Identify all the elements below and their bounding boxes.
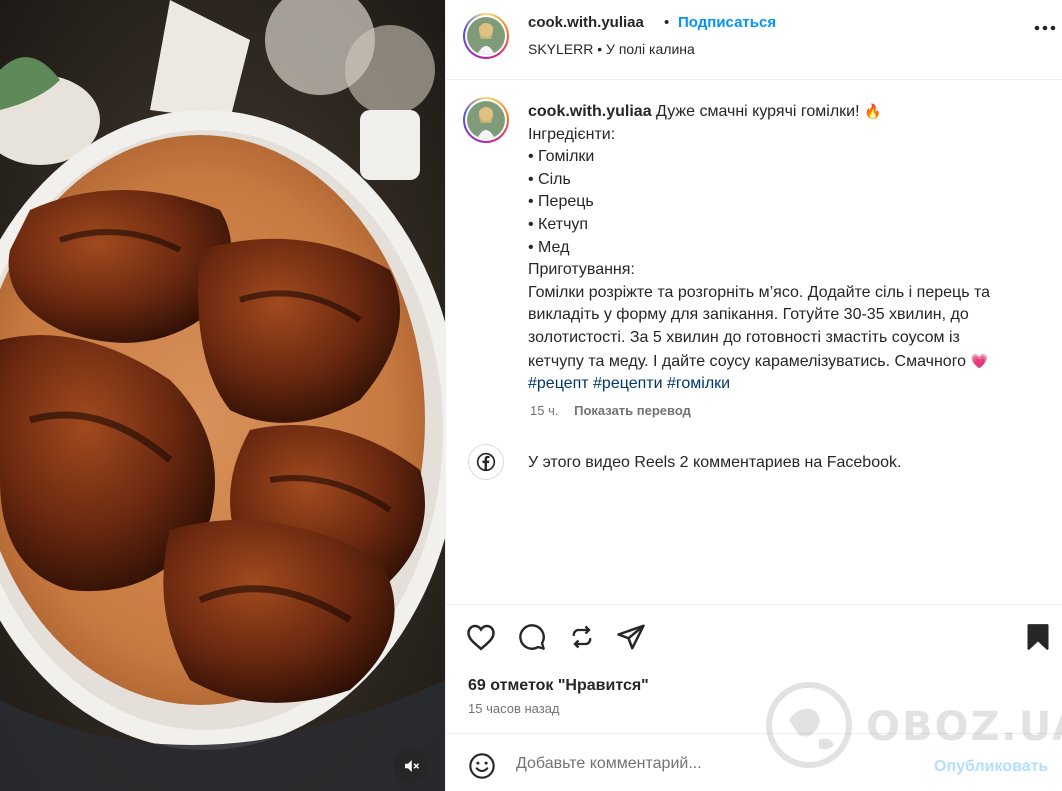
repost-icon[interactable]	[568, 623, 596, 651]
watermark-text: OBOZ.UA	[866, 704, 1062, 750]
author-avatar[interactable]	[463, 13, 509, 59]
caption-line: Приготування:	[528, 261, 635, 279]
caption-line: • Гомілки	[528, 148, 595, 166]
post-details-panel: cook.with.yuliaa • Подписаться SKYLERR •…	[445, 0, 1062, 791]
post-media[interactable]	[0, 0, 445, 791]
avatar-photo	[467, 101, 505, 139]
caption-line: золотистості. За 5 хвилин до готовності …	[528, 328, 960, 346]
fire-emoji: 🔥	[864, 103, 882, 119]
emoji-icon[interactable]	[468, 752, 496, 780]
speaker-muted-icon	[405, 760, 420, 772]
hashtag-link[interactable]: #гомілки	[667, 375, 730, 392]
caption-first-line: cook.with.yuliaa Дуже смачні курячі гомі…	[528, 100, 1048, 124]
caption-avatar[interactable]	[463, 97, 509, 143]
bookmark-icon[interactable]	[1026, 623, 1050, 651]
caption-line: • Кетчуп	[528, 215, 589, 233]
separator-dot: •	[664, 14, 670, 31]
publish-button[interactable]: Опубликовать	[934, 758, 1048, 776]
heart-icon[interactable]	[466, 623, 496, 651]
caption-line: Інгредієнти:	[528, 125, 616, 143]
translate-button[interactable]: Показать перевод	[574, 403, 691, 418]
caption-line: • Перець	[528, 193, 594, 211]
caption-line: • Сіль	[528, 170, 571, 188]
caption-text: Дуже смачні курячі гомілки!	[656, 103, 860, 120]
post-time-ago[interactable]: 15 часов назад	[468, 701, 560, 716]
facebook-badge	[468, 444, 504, 480]
share-icon[interactable]	[616, 623, 646, 651]
mute-button[interactable]	[393, 748, 429, 784]
heart-emoji: 💗	[970, 352, 988, 369]
caption-line: • Мед	[528, 238, 570, 256]
oboz-watermark: OBOZ.UA	[764, 680, 1062, 775]
caption-last-line: кетчупу та меду. І дайте соусу карамеліз…	[528, 350, 1048, 374]
food-photo	[0, 0, 445, 791]
caption-time[interactable]: 15 ч.	[530, 403, 558, 418]
post-header: cook.with.yuliaa • Подписаться SKYLERR •…	[446, 0, 1062, 80]
avatar-photo	[467, 17, 505, 55]
facebook-comments-text: У этого видео Reels 2 комментариев на Fa…	[528, 454, 902, 471]
caption-username[interactable]: cook.with.yuliaa	[528, 103, 652, 120]
facebook-icon	[476, 452, 496, 472]
comment-input[interactable]	[516, 752, 916, 776]
caption-meta: 15 ч. Показать перевод	[530, 403, 691, 418]
hashtag-link[interactable]: #рецепти	[593, 375, 663, 392]
likes-count[interactable]: 69 отметок "Нравится"	[468, 677, 649, 695]
comment-icon[interactable]	[518, 623, 546, 651]
audio-track[interactable]: SKYLERR • У полі калина	[528, 41, 695, 57]
author-username[interactable]: cook.with.yuliaa	[528, 14, 644, 31]
post-caption: cook.with.yuliaa Дуже смачні курячі гомі…	[528, 100, 1048, 396]
more-horizontal-icon[interactable]	[1034, 25, 1056, 31]
hashtags: #рецепт #рецепти #гомілки	[528, 373, 1048, 396]
globe-icon	[766, 682, 852, 768]
hashtag-link[interactable]: #рецепт	[528, 375, 589, 392]
caption-line: викладіть у форму для запікання. Готуйте…	[528, 306, 969, 324]
caption-line: Гомілки розріжте та розгорніть м’ясо. До…	[528, 283, 991, 301]
follow-button[interactable]: Подписаться	[678, 14, 776, 31]
caption-text: кетчупу та меду. І дайте соусу карамеліз…	[528, 352, 967, 370]
